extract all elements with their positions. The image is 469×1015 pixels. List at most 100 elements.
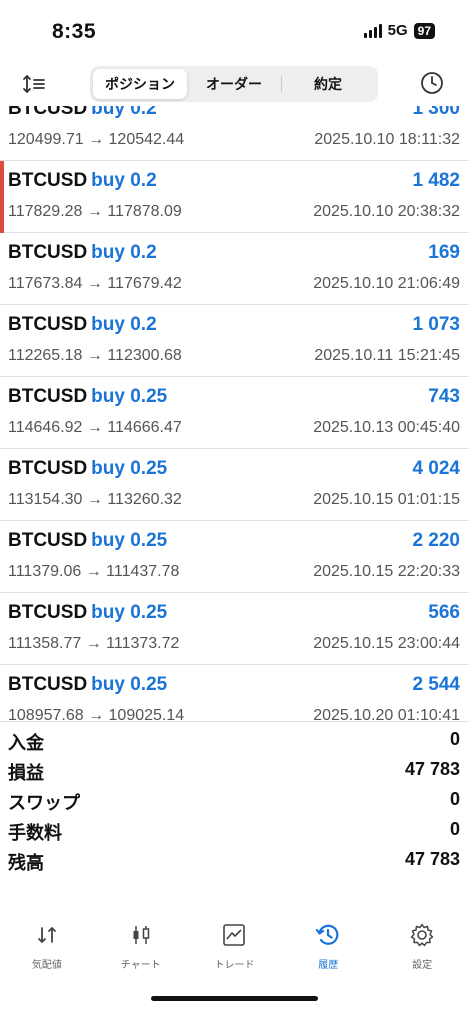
deals-list[interactable]: BTCUSD buy 0.2 1 300 120499.71 → 120542.44 2…: [0, 106, 469, 721]
deal-row[interactable]: BTCUSD buy 0.25 2 220 111379.06 → 111437.78…: [0, 521, 469, 593]
deal-side-volume: buy 0.2: [91, 170, 157, 191]
tab-quotes-label: 気配値: [31, 960, 62, 971]
clock-icon[interactable]: [419, 70, 445, 96]
tab-positions[interactable]: ポジション: [93, 69, 187, 99]
tab-deals[interactable]: 約定: [281, 69, 375, 99]
deal-prices: 111379.06 → 111437.78: [8, 563, 180, 580]
history-segmented-control: ポジション オーダー 約定: [90, 66, 378, 102]
deal-profit: 2 220: [412, 530, 460, 551]
summary-row: 損益 47 783: [0, 754, 469, 784]
deal-symbol: BTCUSD: [8, 386, 88, 407]
deal-prices: 112265.18 → 112300.68: [8, 347, 182, 364]
account-summary: 入金 0 損益 47 783 スワップ 0 手数料 0 残高 47 783: [0, 721, 469, 874]
deal-side-volume: buy 0.2: [91, 106, 157, 119]
history-icon: [316, 924, 339, 945]
network-label: 5G: [387, 22, 408, 39]
history-toolbar: ポジション オーダー 約定: [0, 62, 469, 106]
deal-profit: 2 544: [412, 674, 460, 695]
deal-title: BTCUSD buy 0.25: [8, 530, 167, 552]
quotes-icon: [37, 927, 56, 943]
status-time: 8:35: [52, 20, 97, 43]
deal-time: 2025.10.13 00:45:40: [313, 419, 460, 436]
deal-side-volume: buy 0.25: [91, 386, 168, 407]
deal-time: 2025.10.10 18:11:32: [314, 131, 460, 148]
summary-value: 0: [449, 819, 460, 839]
deal-side-volume: buy 0.25: [91, 458, 168, 479]
tab-chart-label: チャート: [120, 960, 161, 971]
signal-icon: [363, 23, 382, 38]
deal-time: 2025.10.20 01:10:41: [313, 707, 460, 721]
deal-symbol: BTCUSD: [8, 314, 88, 335]
deal-time: 2025.10.15 01:01:15: [313, 491, 460, 508]
summary-label: 入金: [8, 733, 44, 753]
tab-orders[interactable]: オーダー: [187, 69, 281, 99]
status-bar: 8:35 5G 97: [0, 0, 469, 62]
deal-prices: 120499.71 → 120542.44: [8, 131, 185, 148]
deal-side-volume: buy 0.25: [91, 530, 168, 551]
deal-symbol: BTCUSD: [8, 530, 88, 551]
deal-row[interactable]: BTCUSD buy 0.25 566 111358.77 → 111373.72 20…: [0, 593, 469, 665]
tab-quotes[interactable]: 気配値: [0, 912, 94, 982]
deal-title: BTCUSD buy 0.2: [8, 106, 157, 120]
deal-row[interactable]: BTCUSD buy 0.25 2 544 108957.68 → 109025.14…: [0, 665, 469, 721]
deal-time: 2025.10.15 23:00:44: [313, 635, 460, 652]
deal-title: BTCUSD buy 0.25: [8, 458, 167, 480]
deal-side-volume: buy 0.2: [91, 242, 157, 263]
deal-title: BTCUSD buy 0.2: [8, 314, 157, 336]
tab-settings-label: 設定: [412, 960, 433, 971]
tab-trade-label: トレード: [214, 960, 255, 971]
deal-profit: 1 482: [412, 170, 460, 191]
bottom-tab-bar: 気配値 チャート トレード 履歴 設定: [0, 912, 469, 982]
deal-title: BTCUSD buy 0.25: [8, 386, 167, 408]
deal-row[interactable]: BTCUSD buy 0.2 1 073 112265.18 → 112300.68 2…: [0, 305, 469, 377]
deal-symbol: BTCUSD: [8, 242, 88, 263]
deal-row[interactable]: BTCUSD buy 0.25 743 114646.92 → 114666.47 20…: [0, 377, 469, 449]
tab-trade[interactable]: トレード: [188, 912, 282, 982]
deal-side-volume: buy 0.25: [91, 674, 168, 695]
deal-title: BTCUSD buy 0.25: [8, 602, 167, 624]
deal-prices: 111358.77 → 111373.72: [8, 635, 180, 652]
deal-row[interactable]: BTCUSD buy 0.2 1 482 117829.28 → 117878.09 2…: [0, 161, 469, 233]
deal-row[interactable]: BTCUSD buy 0.2 1 300 120499.71 → 120542.44 2…: [0, 106, 469, 161]
deal-profit: 566: [428, 602, 460, 623]
deal-prices: 117673.84 → 117679.42: [8, 275, 182, 292]
trade-icon: [223, 924, 246, 946]
summary-label: 残高: [8, 853, 44, 873]
chart-icon: [133, 926, 149, 944]
deal-prices: 117829.28 → 117878.09: [8, 203, 182, 220]
summary-row: スワップ 0: [0, 784, 469, 814]
deal-symbol: BTCUSD: [8, 458, 88, 479]
summary-value: 0: [449, 729, 460, 749]
deal-time: 2025.10.10 20:38:32: [313, 203, 460, 220]
tab-settings[interactable]: 設定: [375, 912, 469, 982]
battery-icon: 97: [413, 22, 435, 39]
deal-time: 2025.10.15 22:20:33: [313, 563, 460, 580]
summary-label: 手数料: [8, 823, 62, 843]
deal-title: BTCUSD buy 0.2: [8, 242, 157, 264]
deal-profit: 1 073: [412, 314, 460, 335]
deal-symbol: BTCUSD: [8, 602, 88, 623]
deal-title: BTCUSD buy 0.2: [8, 170, 157, 192]
status-indicators: 5G 97: [363, 22, 435, 39]
tab-chart[interactable]: チャート: [94, 912, 188, 982]
summary-label: スワップ: [8, 793, 80, 813]
summary-value: 47 783: [404, 759, 460, 779]
tab-history-label: 履歴: [318, 960, 339, 971]
tab-history[interactable]: 履歴: [281, 912, 375, 982]
summary-row: 手数料 0: [0, 814, 469, 844]
deal-prices: 113154.30 → 113260.32: [8, 491, 182, 508]
summary-value: 0: [449, 789, 460, 809]
deal-symbol: BTCUSD: [8, 106, 88, 119]
deal-side-volume: buy 0.25: [91, 602, 168, 623]
deal-row[interactable]: BTCUSD buy 0.2 169 117673.84 → 117679.42 202…: [0, 233, 469, 305]
deal-row[interactable]: BTCUSD buy 0.25 4 024 113154.30 → 113260.32…: [0, 449, 469, 521]
deal-title: BTCUSD buy 0.25: [8, 674, 167, 696]
deal-prices: 114646.92 → 114666.47: [8, 419, 182, 436]
settings-icon: [410, 923, 434, 947]
sort-icon[interactable]: [22, 72, 48, 96]
home-indicator: [151, 996, 318, 1001]
summary-value: 47 783: [404, 849, 460, 869]
deal-profit: 4 024: [412, 458, 460, 479]
deal-profit: 169: [428, 242, 460, 263]
deal-prices: 108957.68 → 109025.14: [8, 707, 185, 721]
